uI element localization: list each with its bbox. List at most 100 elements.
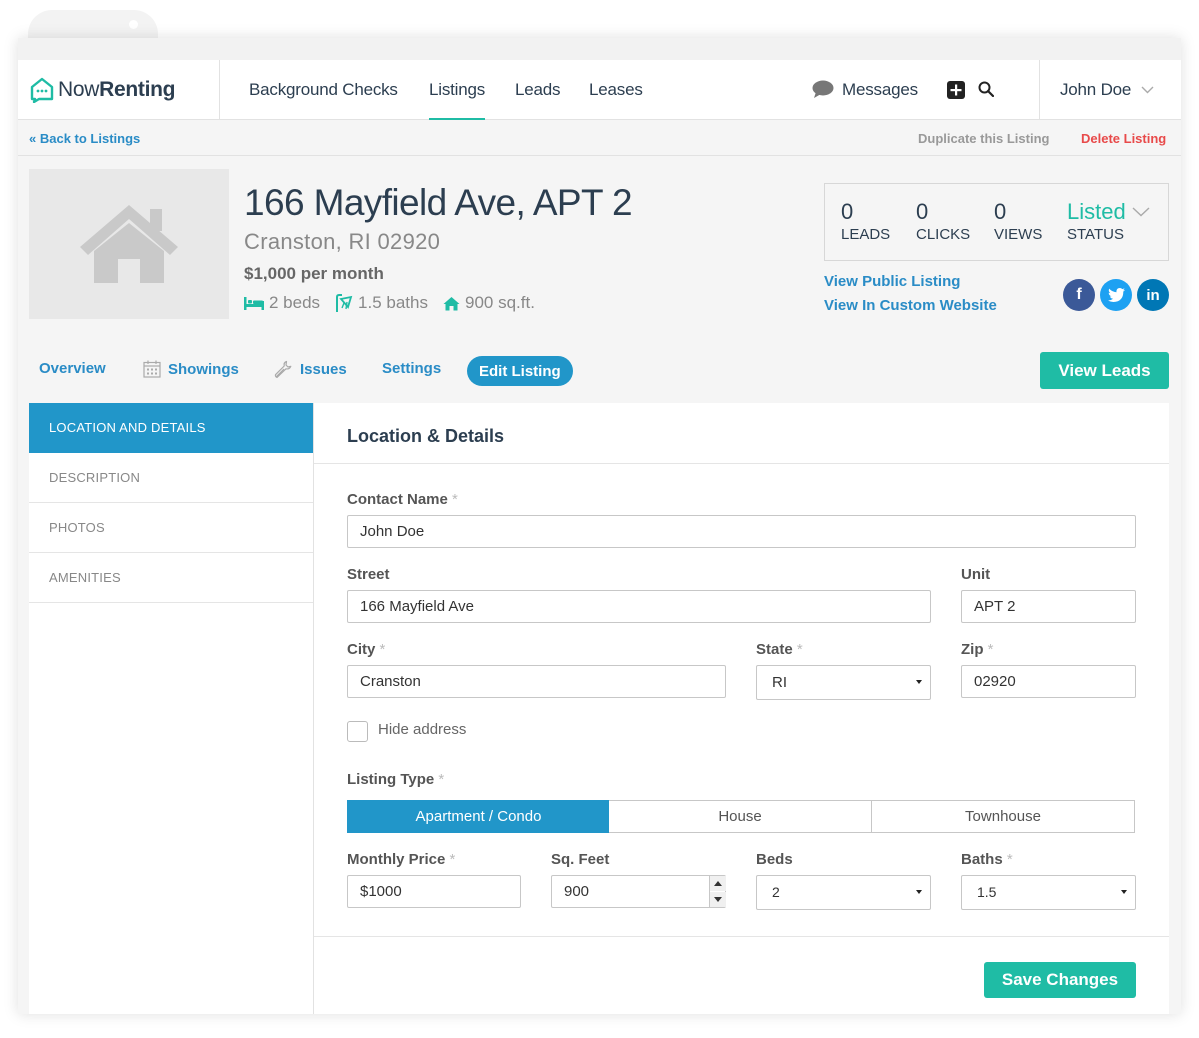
baths-count: 1.5 baths (358, 293, 428, 312)
chevron-down-icon (1132, 207, 1150, 217)
edit-form-panel: Location & Details Contact Name * John D… (314, 403, 1169, 1014)
search-icon[interactable] (978, 81, 994, 97)
linkedin-share-icon[interactable]: in (1137, 279, 1169, 311)
square-footage: 900 sq.ft. (465, 293, 535, 312)
baths-label: Baths (961, 851, 1003, 868)
listing-stats: 0 LEADS 0 CLICKS 0 VIEWS Listed STATUS (824, 183, 1169, 261)
type-house[interactable]: House (609, 800, 872, 833)
listing-address: 166 Mayfield Ave, APT 2 (244, 182, 633, 223)
logo-icon (30, 77, 54, 103)
view-public-listing-link[interactable]: View Public Listing (824, 273, 960, 290)
type-townhouse[interactable]: Townhouse (871, 800, 1135, 833)
delete-listing-link[interactable]: Delete Listing (1081, 131, 1166, 146)
zip-input[interactable]: 02920 (961, 665, 1136, 698)
baths-select[interactable]: 1.5 (961, 875, 1136, 910)
logo-text-renting: Renting (99, 78, 176, 101)
listing-price: $1,000 per month (244, 264, 384, 283)
beds-select[interactable]: 2 (756, 875, 931, 910)
listing-features: 2 beds 1.5 baths 900 sq.ft. (244, 293, 550, 313)
monthly-price-label: Monthly Price (347, 851, 446, 868)
sidebar-item-description[interactable]: DESCRIPTION (29, 453, 313, 503)
sidebar-item-location[interactable]: LOCATION AND DETAILS (29, 403, 313, 453)
required-mark: * (987, 641, 994, 658)
contact-name-input[interactable]: John Doe (347, 515, 1136, 548)
city-input[interactable]: Cranston (347, 665, 726, 698)
required-mark: * (438, 771, 445, 788)
sidebar-item-photos[interactable]: PHOTOS (29, 503, 313, 553)
spin-up-icon[interactable] (710, 876, 726, 891)
number-spinner[interactable] (709, 876, 726, 907)
calendar-icon (143, 360, 161, 378)
stat-clicks: 0 CLICKS (916, 200, 970, 244)
caret-down-icon (916, 890, 922, 894)
required-mark: * (452, 491, 458, 508)
sq-feet-value: 900 (564, 883, 590, 900)
required-mark: * (379, 641, 386, 658)
form-heading: Location & Details (314, 403, 1169, 464)
facebook-share-icon[interactable]: f (1063, 279, 1095, 311)
user-menu[interactable]: John Doe (1060, 60, 1131, 120)
stat-leads: 0 LEADS (841, 199, 891, 244)
contact-name-label: Contact Name (347, 491, 448, 508)
tab-edit-listing[interactable]: Edit Listing (467, 356, 573, 386)
edit-sidebar: LOCATION AND DETAILS DESCRIPTION PHOTOS … (29, 403, 314, 1014)
twitter-bird-icon (1107, 288, 1125, 302)
tab-dot (129, 20, 138, 29)
sidebar-item-amenities[interactable]: AMENITIES (29, 553, 313, 603)
bed-icon (244, 297, 264, 310)
shower-icon (336, 294, 353, 312)
tab-issues-label: Issues (300, 361, 347, 378)
hide-address-checkbox[interactable] (347, 721, 368, 742)
wrench-icon (274, 360, 292, 379)
tab-overview[interactable]: Overview (39, 360, 106, 377)
baths-value: 1.5 (977, 884, 997, 900)
nav-leads[interactable]: Leads (515, 60, 561, 120)
sq-feet-input[interactable]: 900 (551, 875, 726, 908)
nav-listings[interactable]: Listings (429, 60, 485, 121)
top-nav: NowRenting Background Checks Listings Le… (18, 60, 1181, 121)
messages-icon[interactable] (812, 80, 834, 99)
spin-down-icon[interactable] (710, 892, 726, 907)
beds-value: 2 (772, 884, 780, 900)
listing-type-label: Listing Type (347, 771, 435, 788)
leads-count: 0 (841, 199, 854, 224)
duplicate-listing-link[interactable]: Duplicate this Listing (918, 131, 1049, 146)
add-icon[interactable] (947, 81, 965, 99)
nav-divider (1039, 60, 1040, 120)
view-leads-button[interactable]: View Leads (1040, 352, 1169, 389)
type-apartment-condo[interactable]: Apartment / Condo (347, 800, 610, 833)
state-value: RI (772, 674, 787, 691)
tab-settings[interactable]: Settings (382, 360, 441, 377)
form-footer-divider (314, 936, 1169, 937)
state-select[interactable]: RI (756, 665, 931, 700)
leads-label: LEADS (841, 226, 891, 243)
required-mark: * (796, 641, 803, 658)
monthly-price-input[interactable]: $1000 (347, 875, 521, 908)
nav-messages[interactable]: Messages (842, 60, 918, 120)
views-label: VIEWS (994, 226, 1043, 243)
app-window: NowRenting Background Checks Listings Le… (18, 38, 1181, 1014)
status-dropdown[interactable]: Listed STATUS (1067, 200, 1150, 243)
status-value: Listed (1067, 199, 1126, 224)
twitter-share-icon[interactable] (1100, 279, 1132, 311)
unit-input[interactable]: APT 2 (961, 590, 1136, 623)
tab-showings[interactable]: Showings (143, 360, 239, 378)
status-label: STATUS (1067, 226, 1124, 243)
unit-label: Unit (961, 566, 991, 583)
zip-label: Zip (961, 641, 984, 658)
chevron-down-icon[interactable] (1141, 86, 1154, 94)
tab-issues[interactable]: Issues (274, 360, 347, 379)
back-to-listings-link[interactable]: « Back to Listings (29, 131, 140, 146)
nav-leases[interactable]: Leases (589, 60, 643, 120)
required-mark: * (1006, 851, 1013, 868)
street-input[interactable]: 166 Mayfield Ave (347, 590, 931, 623)
view-custom-website-link[interactable]: View In Custom Website (824, 297, 997, 314)
nav-background-checks[interactable]: Background Checks (249, 60, 398, 120)
tab-showings-label: Showings (168, 360, 239, 378)
hide-address-label[interactable]: Hide address (378, 721, 466, 738)
logo[interactable]: NowRenting (30, 76, 175, 104)
save-changes-button[interactable]: Save Changes (984, 962, 1136, 998)
caret-down-icon (916, 680, 922, 684)
required-mark: * (449, 851, 456, 868)
logo-text-now: Now (58, 78, 100, 101)
